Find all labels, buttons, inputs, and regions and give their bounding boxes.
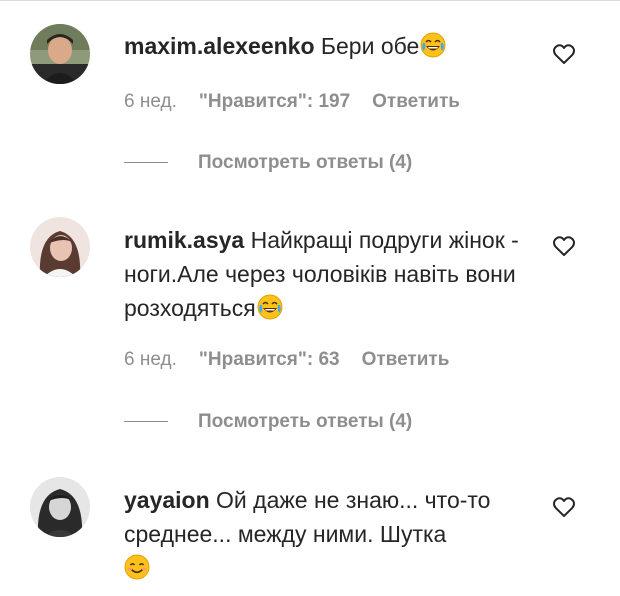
view-replies-button[interactable]: Посмотреть ответы (4) [124,152,412,174]
comment-body: maxim.alexeenko Бери обе [124,29,524,63]
reply-button[interactable]: Ответить [362,349,450,370]
comment-body: yayaion Ой даже не знаю... что-то средне… [124,483,524,585]
comment-time: 6 нед. [124,91,177,112]
comment-meta: 6 нед. "Нравится": 197 Ответить [124,91,482,113]
comment-meta: 6 нед. "Нравится": 63 Ответить [124,349,471,371]
comment-text: Бери обе [320,33,420,59]
heart-outline-icon[interactable] [552,234,576,258]
comment-username[interactable]: rumik.asya [124,227,244,253]
view-replies-button[interactable]: Посмотреть ответы (4) [124,411,412,433]
avatar[interactable] [30,217,90,277]
view-replies-label: Посмотреть ответы (4) [198,411,413,432]
divider-line [124,162,168,164]
avatar[interactable] [30,24,90,84]
face-with-tears-of-joy-icon [420,32,446,58]
heart-outline-icon[interactable] [552,495,576,519]
reply-button[interactable]: Ответить [372,91,460,112]
comment-likes[interactable]: "Нравится": 197 [199,91,350,112]
smiling-face-with-smiling-eyes-icon [124,554,150,580]
view-replies-label: Посмотреть ответы (4) [198,152,413,173]
comment-username[interactable]: yayaion [124,487,210,513]
face-with-tears-of-joy-icon [257,294,283,320]
heart-outline-icon[interactable] [552,42,576,66]
comment-likes[interactable]: "Нравится": 63 [199,349,340,370]
comments-panel: maxim.alexeenko Бери обе 6 нед. "Нравится… [0,0,620,596]
comment-username[interactable]: maxim.alexeenko [124,33,315,59]
avatar[interactable] [30,477,90,537]
comment-time: 6 нед. [124,349,177,370]
divider-line [124,421,168,423]
comment-body: rumik.asya Найкращі подруги жінок - ноги… [124,223,524,325]
